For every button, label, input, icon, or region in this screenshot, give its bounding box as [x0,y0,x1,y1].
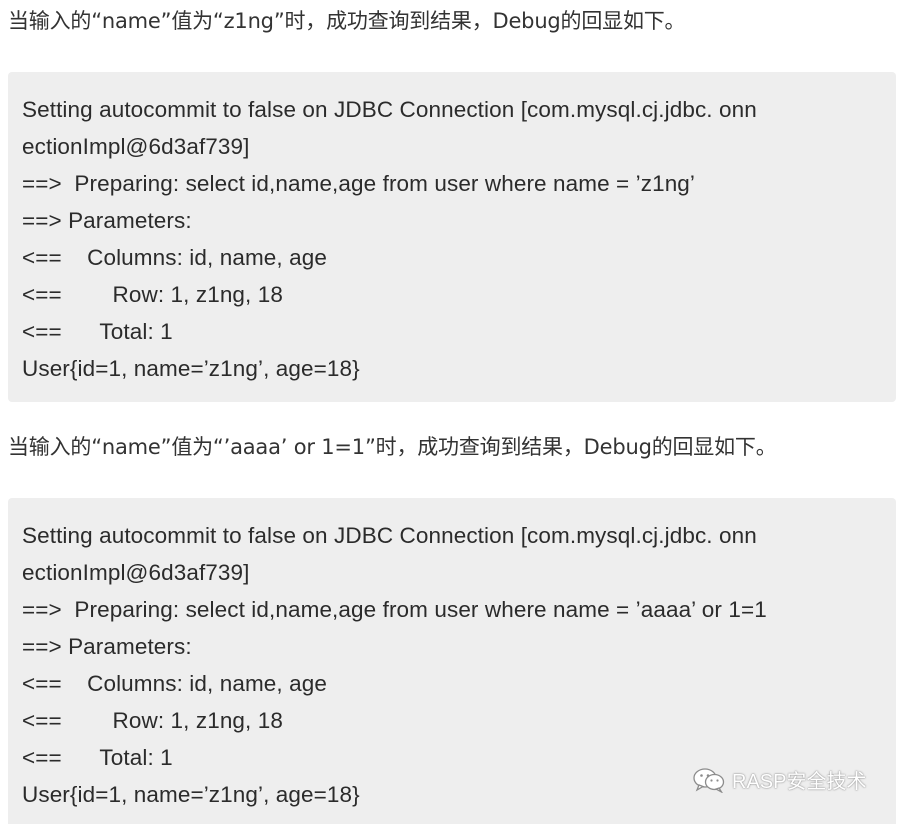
code-block-1: Setting autocommit to false on JDBC Conn… [8,72,896,402]
code-line: ==> Parameters: [22,208,192,233]
code-line: ==> Preparing: select id,name,age from u… [22,171,696,196]
code-line: <== Row: 1, z1ng, 18 [22,282,283,307]
watermark: RASP安全技术 [692,765,866,794]
wechat-icon [692,767,726,793]
code-line: User{id=1, name=’z1ng’, age=18} [22,356,360,381]
code-line: ectionImpl@6d3af739] [22,134,250,159]
watermark-text: RASP安全技术 [732,771,867,793]
code-line: <== Columns: id, name, age [22,671,327,696]
code-line: ==> Parameters: [22,634,192,659]
code-line: Setting autocommit to false on JDBC Conn… [22,97,757,122]
paragraph-1: 当输入的“name”值为“z1ng”时，成功查询到结果，Debug的回显如下。 [8,9,686,33]
code-line: <== Total: 1 [22,319,173,344]
paragraph-2: 当输入的“name”值为“’aaaa’ or 1=1”时，成功查询到结果，Deb… [8,435,777,459]
code-line: ectionImpl@6d3af739] [22,560,250,585]
code-line: <== Columns: id, name, age [22,245,327,270]
code-line: ==> Preparing: select id,name,age from u… [22,597,767,622]
code-line: Setting autocommit to false on JDBC Conn… [22,523,757,548]
code-line: <== Row: 1, z1ng, 18 [22,708,283,733]
